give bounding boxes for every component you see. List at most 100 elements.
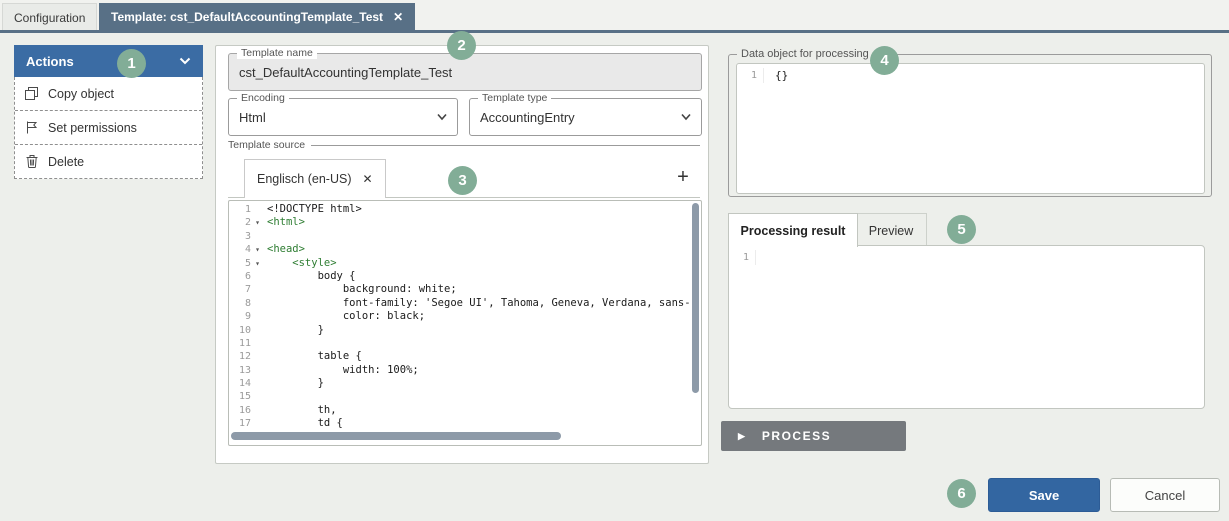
line-number: 1 [737,68,764,83]
line-number: 8 [229,297,251,310]
fold-gutter [251,364,264,377]
fold-arrow-icon[interactable]: ▾ [251,243,264,256]
line-number: 1 [229,203,251,216]
fold-gutter [251,337,264,350]
fold-gutter [251,404,264,417]
template-editor-app: Configuration Template: cst_DefaultAccou… [0,0,1229,521]
action-item-label: Copy object [48,87,114,101]
actions-menu-label: Actions [26,54,74,69]
code-line-17: 17 td { [229,417,701,430]
result-lines: 1 [729,250,1204,265]
annotation-badge-3: 3 [448,166,477,195]
code-line-5: 5▾ <style> [229,257,701,270]
close-icon[interactable]: ✕ [362,172,372,186]
encoding-label: Encoding [237,92,289,104]
template-source-header: Template source [228,139,700,151]
actions-menu-button[interactable]: Actions [14,45,203,77]
actions-panel: Actions Copy object Set permissions Delete [14,45,203,179]
fold-gutter [251,350,264,363]
code-text: width: 100%; [267,364,419,377]
add-language-button[interactable]: + [670,163,696,191]
code-line-6: 6 body { [229,270,701,283]
template-source-editor[interactable]: 1<!DOCTYPE html>2▾<html>34▾<head>5▾ <sty… [228,200,702,446]
actions-menu-list: Copy object Set permissions Delete [14,77,203,179]
encoding-select[interactable]: Encoding Html [228,98,458,136]
fold-gutter [251,390,264,403]
line-number: 6 [229,270,251,283]
code-text: <html> [267,216,305,229]
code-line-9: 9 color: black; [229,310,701,323]
close-icon[interactable]: ✕ [393,10,403,24]
code-text: <style> [267,257,337,270]
permissions-icon [24,121,39,134]
save-button-label: Save [1029,488,1059,503]
fold-gutter [251,417,264,430]
action-item-label: Set permissions [48,121,137,135]
vertical-scrollbar[interactable] [692,203,699,393]
code-text: <head> [267,243,305,256]
tab-preview[interactable]: Preview [856,213,927,248]
code-line-4: 4▾<head> [229,243,701,256]
tab-configuration[interactable]: Configuration [2,3,97,31]
tab-processing-result[interactable]: Processing result [728,213,858,247]
template-type-select[interactable]: Template type AccountingEntry [469,98,702,136]
action-set-permissions[interactable]: Set permissions [15,111,202,145]
data-object-legend: Data object for processing [737,48,873,60]
data-object-fieldset: Data object for processing 1{} [728,54,1212,197]
line-number: 1 [729,250,756,265]
fold-gutter [251,270,264,283]
data-object-editor[interactable]: 1 {} [736,63,1205,194]
code-text: td { [267,417,343,430]
save-button[interactable]: Save [988,478,1100,512]
data-object-lines: 1 {} [737,68,1204,83]
line-number: 12 [229,350,251,363]
code-line-14: 14 } [229,377,701,390]
line-number: 2 [229,216,251,229]
annotation-badge-6: 6 [947,479,976,508]
source-code-lines: 1<!DOCTYPE html>2▾<html>34▾<head>5▾ <sty… [229,203,701,444]
copy-icon [24,87,39,100]
code-line-3: 3 [229,230,701,243]
line-number: 17 [229,417,251,430]
fold-gutter [251,230,264,243]
code-text: table { [267,350,362,363]
code-line-16: 16 th, [229,404,701,417]
fold-gutter [251,283,264,296]
tab-configuration-label: Configuration [14,11,85,25]
fold-arrow-icon[interactable]: ▾ [251,257,264,270]
cancel-button[interactable]: Cancel [1110,478,1220,512]
code-text: color: black; [267,310,425,323]
template-panel: Template name cst_DefaultAccountingTempl… [215,45,709,464]
tab-processing-result-label: Processing result [741,224,846,238]
play-icon: ▶ [738,431,745,442]
chevron-down-icon [179,57,191,65]
line-number: 14 [229,377,251,390]
code-text: body { [267,270,356,283]
line-number: 3 [229,230,251,243]
processing-result-editor[interactable]: 1 [728,245,1205,409]
fold-gutter [251,297,264,310]
fold-arrow-icon[interactable]: ▾ [251,216,264,229]
fold-gutter [251,377,264,390]
line-number: 9 [229,310,251,323]
line-number: 11 [229,337,251,350]
divider-line [311,145,700,146]
code-text: {} [775,68,788,83]
code-line-11: 11 [229,337,701,350]
template-type-value: AccountingEntry [470,99,701,135]
process-button[interactable]: ▶ PROCESS [721,421,906,451]
code-line-8: 8 font-family: 'Segoe UI', Tahoma, Genev… [229,297,701,310]
action-copy-object[interactable]: Copy object [15,77,202,111]
tab-template-active[interactable]: Template: cst_DefaultAccountingTemplate_… [99,3,415,30]
horizontal-scrollbar[interactable] [231,432,561,440]
cancel-button-label: Cancel [1145,488,1185,503]
template-type-label: Template type [478,92,551,104]
action-delete[interactable]: Delete [15,145,202,178]
code-text: font-family: 'Segoe UI', Tahoma, Geneva,… [267,297,691,310]
language-tab-en-us[interactable]: Englisch (en-US) ✕ [244,159,386,198]
code-text: background: white; [267,283,457,296]
code-text: } [267,324,324,337]
code-line-10: 10 } [229,324,701,337]
language-tab-label: Englisch (en-US) [257,172,351,186]
encoding-value: Html [229,99,457,135]
